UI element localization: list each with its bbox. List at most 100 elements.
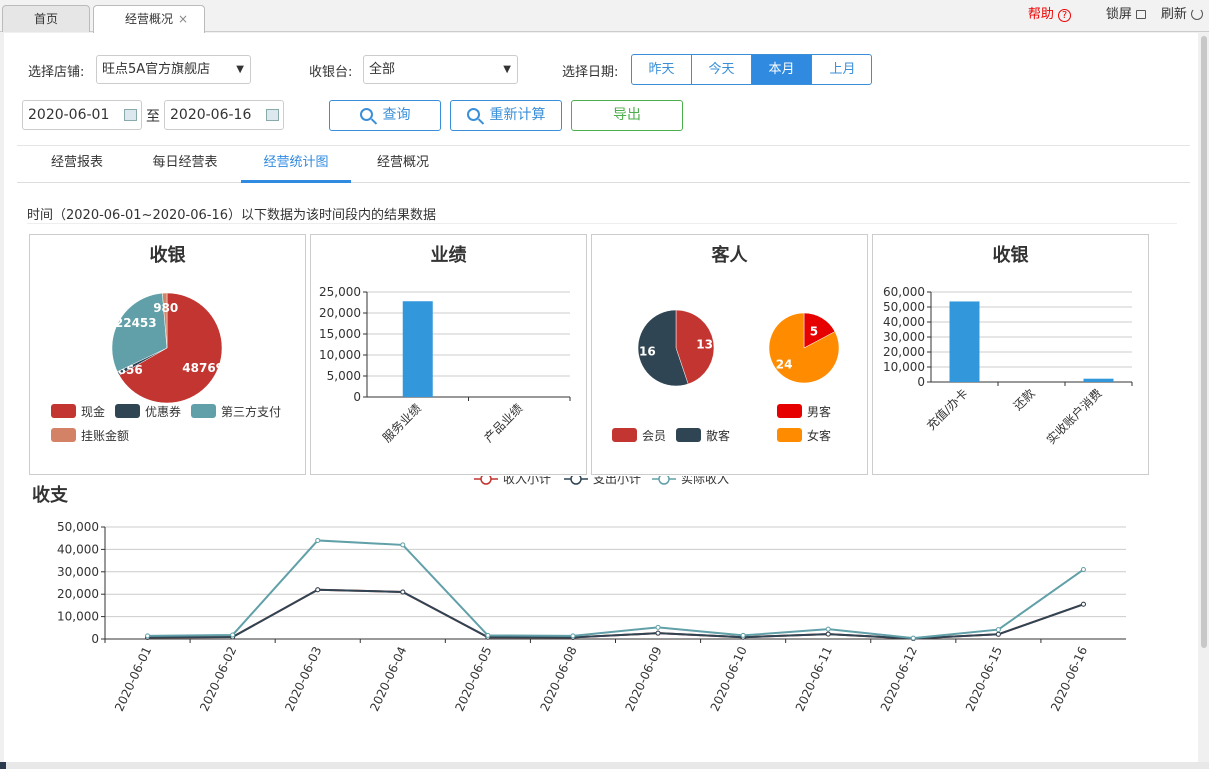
legend-item[interactable]: 实际收入 [652,476,729,486]
x-tick-label: 2020-06-11 [793,644,835,713]
recalculate-label: 重新计算 [489,107,546,123]
x-tick-label: 2020-06-12 [878,644,920,713]
date-range-switch: 昨天 今天 本月 上月 [631,54,872,85]
y-tick-label: 0 [91,632,99,646]
refresh-button[interactable]: 刷新 [1161,0,1203,30]
bottom-bar [0,762,1209,769]
legend-female[interactable]: 女客 [777,427,831,444]
legend-swatch-marker [570,476,582,485]
pie-slice-label: 13 [696,338,713,352]
left-strip [0,762,6,769]
chevron-down-icon: ▼ [236,64,244,75]
y-tick-label: 30,000 [57,565,99,579]
series-line [147,539,1085,640]
legend-coupon[interactable]: 优惠券 [115,403,181,420]
x-tick-label: 2020-06-16 [1048,644,1090,713]
performance-bar-panel: 业绩 0 5,000 10,000 15,000 20,000 25,000 服务业绩 产品业… [310,234,587,475]
date-option-this-month[interactable]: 本月 [752,55,812,84]
legend-item[interactable]: 收入小计 [474,476,551,486]
start-date-value: 2020-06-01 [28,107,110,123]
end-date-input[interactable]: 2020-06-16 [164,100,284,130]
legend-swatch-marker [480,476,492,485]
data-point [825,631,831,637]
start-date-input[interactable]: 2020-06-01 [22,100,142,130]
tab-business-report[interactable]: 经营报表 [25,146,129,183]
date-separator: 至 [146,109,160,125]
content-area: 选择店铺: 旺点5A官方旗舰店 ▼ 收银台: 全部 ▼ 选择日期: 昨天 今天 本月… [4,33,1198,763]
legend-cash[interactable]: 现金 [51,403,105,420]
y-tick-label: 50,000 [883,300,925,314]
y-tick-label: 5,000 [327,369,361,383]
legend-label: 收入小计 [503,476,551,486]
bar [402,301,433,397]
y-tick-label: 10,000 [883,360,925,374]
pie-slice-label: 980 [153,301,178,315]
tab-statistics-chart[interactable]: 经营统计图 [241,146,351,183]
tab-bar: 首页 经营概况 × 帮助 ? 锁屏 刷新 [0,0,1209,33]
legend-member[interactable]: 会员 [612,427,666,444]
y-tick-label: 10,000 [57,610,99,624]
store-select[interactable]: 旺点5A官方旗舰店 ▼ [96,55,251,84]
legend-credit[interactable]: 挂账金额 [51,427,129,444]
calendar-icon[interactable] [266,109,279,121]
calendar-icon[interactable] [124,109,137,121]
income-expense-line-chart: 0 10,000 20,000 30,000 40,000 50,000 2020-06-0… [57,476,1126,713]
data-point [910,635,916,641]
cashier-select[interactable]: 全部 ▼ [363,55,518,84]
date-option-last-month[interactable]: 上月 [812,55,871,84]
x-tick-label: 2020-06-03 [282,644,324,713]
data-point [315,587,321,593]
data-point [230,632,236,638]
legend-swatch [777,428,802,442]
x-tick-label: 充值/办卡 [923,386,970,433]
legend-third-party[interactable]: 第三方支付 [191,403,281,420]
date-option-today[interactable]: 今天 [692,55,752,84]
tab-home-label: 首页 [33,12,58,26]
lock-icon [1136,10,1146,19]
pie-slice-label: 48769 [182,361,224,375]
legend-label: 散客 [706,429,731,443]
legend-swatch [51,404,76,418]
pie-slice-label: 24 [776,357,793,371]
tab-overview-sub[interactable]: 经营概况 [351,146,455,183]
store-label: 选择店铺: [28,65,85,80]
date-label: 选择日期: [562,65,619,80]
data-point [995,631,1001,637]
y-tick-label: 30,000 [883,330,925,344]
query-button[interactable]: 查询 [329,100,441,131]
lock-button[interactable]: 锁屏 [1106,0,1146,30]
data-point [995,627,1001,633]
data-point [400,589,406,595]
query-label: 查询 [382,107,411,123]
tab-daily-report[interactable]: 每日经营表 [129,146,241,183]
legend-swatch-marker [658,476,670,485]
legend-item[interactable]: 支出小计 [564,476,641,486]
cashier-select-value: 全部 [369,62,396,77]
panel-title: 业绩 [430,245,467,266]
y-tick-label: 20,000 [883,345,925,359]
refresh-label: 刷新 [1160,7,1187,22]
recalculate-button[interactable]: 重新计算 [450,100,562,131]
date-option-yesterday[interactable]: 昨天 [632,55,692,84]
y-tick-label: 40,000 [883,315,925,329]
bar [1083,378,1114,382]
data-point [1080,601,1086,607]
refresh-icon [1191,8,1203,20]
y-tick-label: 60,000 [883,285,925,299]
tab-home[interactable]: 首页 [2,5,90,32]
cash-pie-panel: 收银 48769 856 22453 980 现金 优惠券 第三方支付 挂账金额 [29,234,306,475]
panel-title: 收银 [149,245,186,266]
help-button[interactable]: 帮助 ? [1028,0,1071,30]
tab-overview[interactable]: 经营概况 × [93,5,205,33]
x-tick-label: 2020-06-09 [623,644,665,713]
data-point [400,542,406,548]
close-icon[interactable]: × [178,6,188,32]
vertical-scrollbar[interactable] [1201,36,1207,648]
legend-male[interactable]: 男客 [777,403,831,420]
store-select-value: 旺点5A官方旗舰店 [102,62,211,77]
data-point [740,632,746,638]
guests-pie-chart: 13 16 5 24 [637,309,840,387]
legend-walkin[interactable]: 散客 [676,427,730,444]
export-button[interactable]: 导出 [571,100,683,131]
guests-pie-panel: 客人 13 16 5 24 男客 会员 散客 女客 [591,234,868,475]
